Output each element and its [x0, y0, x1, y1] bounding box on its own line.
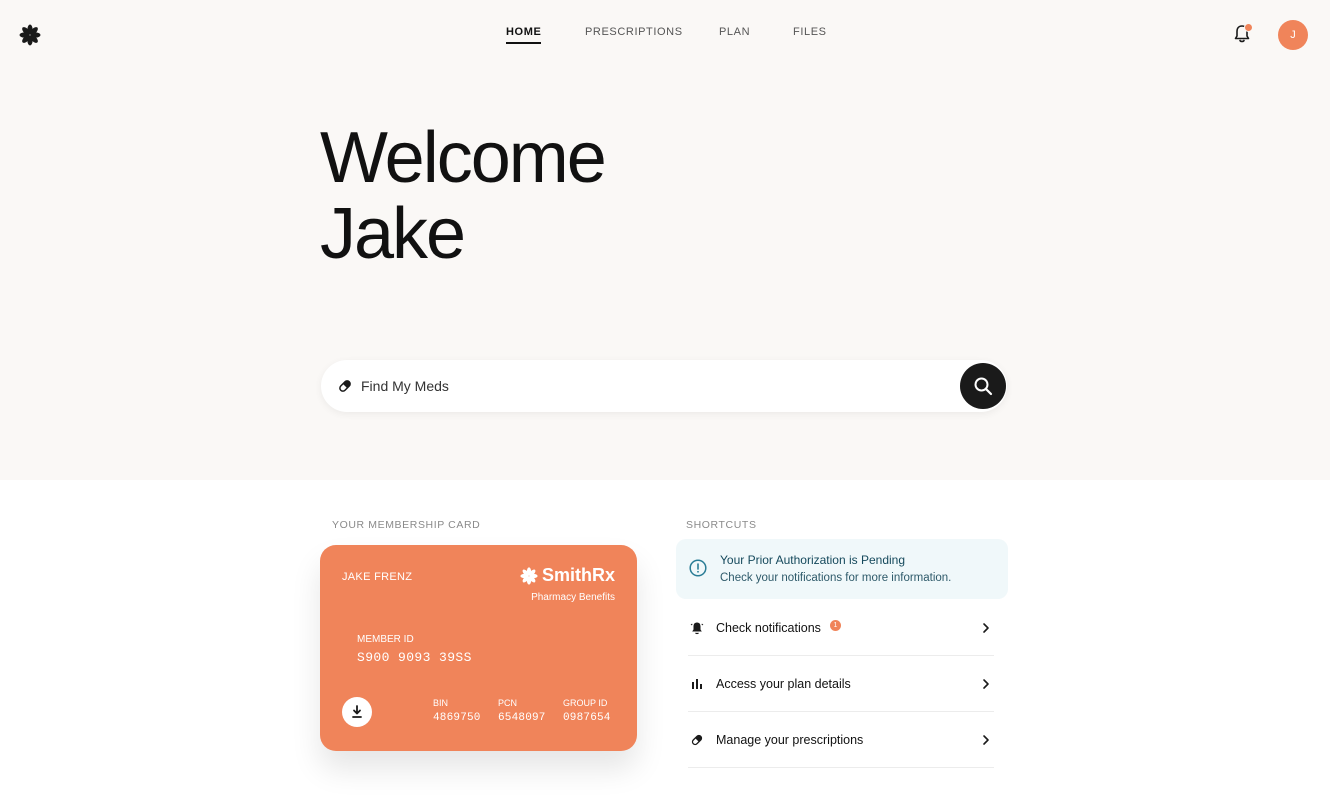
- brand-name: SmithRx: [541, 565, 615, 585]
- shortcut-plan-details[interactable]: Access your plan details: [688, 656, 994, 712]
- alert-title: Your Prior Authorization is Pending: [720, 553, 906, 567]
- brand-subtitle: Pharmacy Benefits: [531, 591, 615, 603]
- group-id-label: GROUP ID: [563, 698, 608, 708]
- chevron-right-icon: [983, 735, 989, 745]
- group-id-value: 0987654: [563, 712, 611, 724]
- shortcut-manage-prescriptions[interactable]: Manage your prescriptions: [688, 712, 994, 768]
- member-id-value: S900 9093 39SS: [357, 650, 472, 665]
- member-id-label: MEMBER ID: [357, 634, 414, 645]
- pcn-value: 6548097: [498, 712, 546, 724]
- page-title: Welcome Jake: [320, 118, 607, 274]
- group-id-field: GROUP ID 0987654: [563, 698, 611, 724]
- bin-value: 4869750: [433, 712, 481, 724]
- nav-prescriptions[interactable]: PRESCRIPTIONS: [585, 26, 683, 38]
- smithrx-logo-icon: [520, 566, 538, 585]
- search-input[interactable]: [361, 374, 921, 398]
- nav-home[interactable]: HOME: [506, 26, 542, 44]
- nav-files[interactable]: FILES: [793, 26, 827, 38]
- membership-section-title: YOUR MEMBERSHIP CARD: [332, 519, 481, 531]
- membership-card: JAKE FRENZ SmithRx Pharmacy Benefits MEM…: [320, 545, 637, 751]
- shortcut-label: Manage your prescriptions: [716, 733, 864, 747]
- prior-authorization-alert[interactable]: Your Prior Authorization is Pending Chec…: [676, 539, 1008, 599]
- search-icon: [974, 377, 993, 396]
- notification-dot: [1244, 23, 1253, 32]
- bin-label: BIN: [433, 698, 449, 708]
- alert-subtitle: Check your notifications for more inform…: [720, 572, 952, 584]
- shortcut-check-notifications[interactable]: Check notifications 1: [688, 600, 994, 656]
- avatar[interactable]: J: [1278, 20, 1308, 50]
- shortcuts-section-title: SHORTCUTS: [686, 519, 757, 531]
- brand: SmithRx Pharmacy Benefits: [520, 565, 615, 603]
- bell-icon: [690, 622, 704, 635]
- user-name-line: Jake: [320, 194, 466, 274]
- member-name: JAKE FRENZ: [342, 571, 413, 583]
- pill-icon: [339, 380, 351, 392]
- bar-chart-icon: [692, 679, 702, 689]
- search-button[interactable]: [960, 363, 1006, 409]
- chevron-right-icon: [983, 623, 989, 633]
- top-nav: HOME PRESCRIPTIONS PLAN FILES: [0, 26, 1330, 46]
- download-card-button[interactable]: [342, 697, 372, 727]
- welcome-line: Welcome: [320, 118, 607, 198]
- bin-field: BIN 4869750: [433, 698, 481, 724]
- info-icon: [689, 559, 707, 577]
- pill-icon: [691, 734, 703, 746]
- pcn-field: PCN 6548097: [498, 698, 546, 724]
- chevron-right-icon: [983, 679, 989, 689]
- search-bar: [321, 360, 1007, 412]
- pcn-label: PCN: [498, 698, 518, 708]
- download-icon: [352, 705, 362, 718]
- nav-plan[interactable]: PLAN: [719, 26, 750, 38]
- shortcut-label: Check notifications: [716, 621, 821, 635]
- notification-count-badge: 1: [830, 620, 841, 631]
- shortcut-label: Access your plan details: [716, 677, 851, 691]
